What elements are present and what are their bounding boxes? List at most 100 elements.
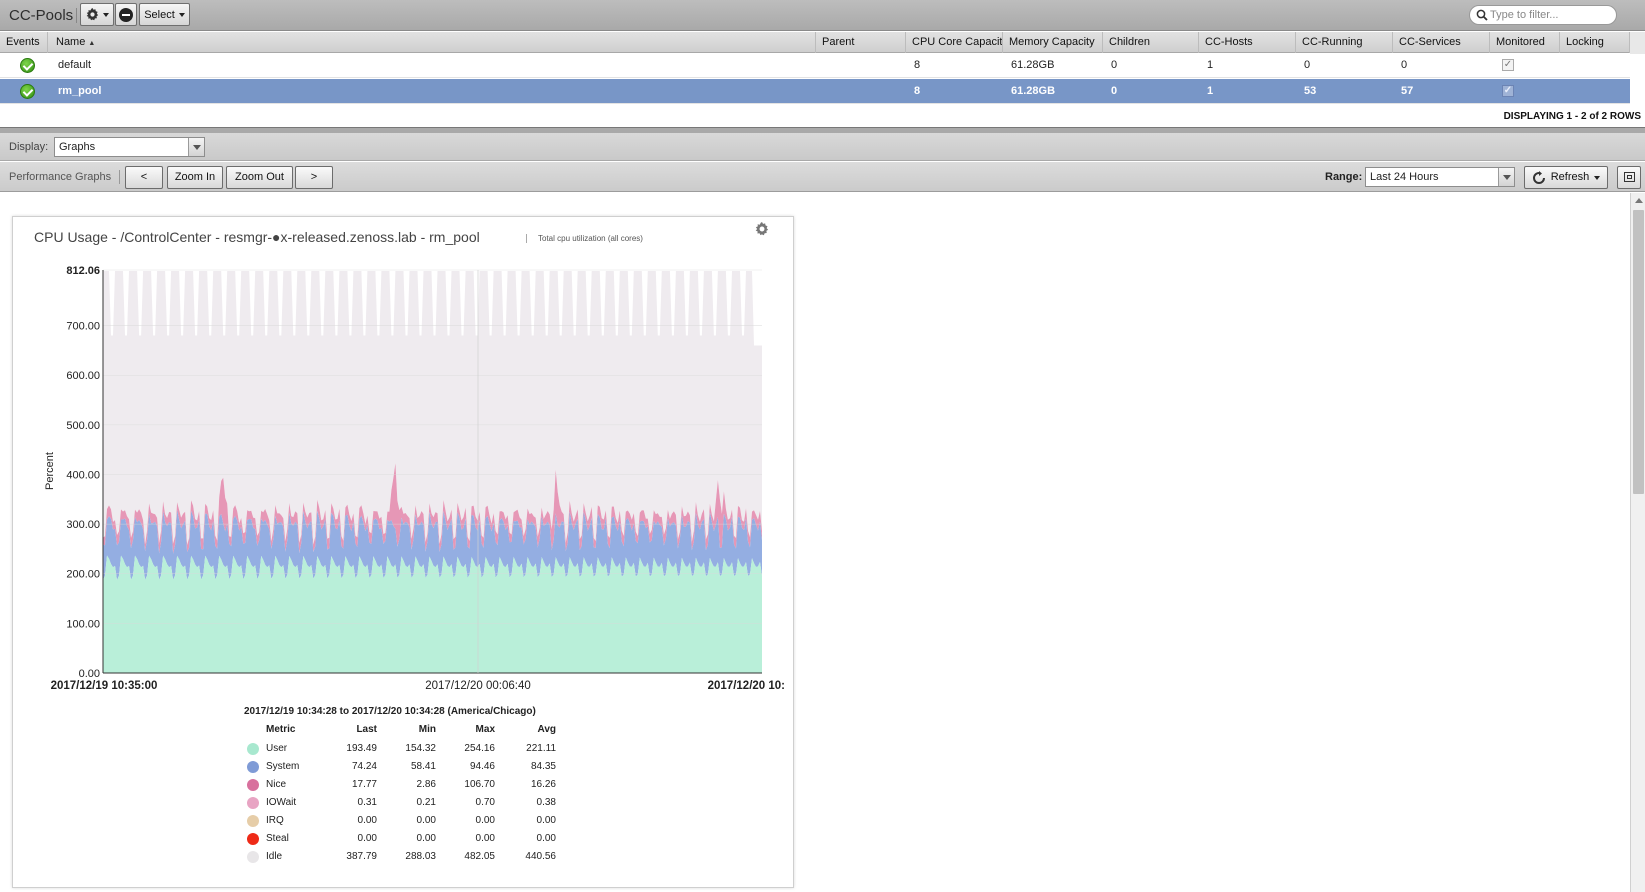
chevron-down-icon (188, 138, 204, 156)
legend-metric-name: IRQ (266, 815, 284, 826)
legend-row-system: System 74.24 58.41 94.46 84.35 (244, 759, 574, 777)
minus-circle-icon (119, 7, 133, 22)
popout-button[interactable] (1617, 166, 1641, 189)
gear-menu-button[interactable] (80, 3, 114, 26)
sort-ascending-icon: ▲ (88, 40, 96, 47)
cell-hosts: 1 (1207, 59, 1214, 71)
legend-swatch (247, 779, 259, 791)
scrollbar-thumb[interactable] (1633, 210, 1644, 494)
legend-max: 0.00 (475, 833, 495, 844)
legend-last: 0.00 (357, 815, 377, 826)
legend-row-iowait: IOWait 0.31 0.21 0.70 0.38 (244, 795, 574, 813)
chevron-down-icon (102, 12, 109, 17)
cell-services: 57 (1401, 85, 1414, 97)
grid-scrollbar[interactable] (1630, 32, 1645, 54)
toolbar-separator (76, 8, 77, 23)
zoom-out-button[interactable]: Zoom Out (226, 166, 293, 189)
legend-min: 154.32 (405, 743, 436, 754)
legend-min: 0.00 (416, 815, 436, 826)
legend-max: 254.16 (464, 743, 495, 754)
search-icon (1476, 9, 1488, 21)
cell-name: default (58, 59, 92, 71)
delete-button[interactable] (115, 3, 137, 26)
legend-header-last: Last (356, 724, 377, 735)
legend-swatch (247, 815, 259, 827)
refresh-button-label: Refresh (1550, 171, 1590, 183)
gear-icon (86, 8, 98, 21)
graph-settings-gear-icon[interactable] (755, 222, 769, 236)
column-header-cc-running[interactable]: CC-Running (1296, 32, 1393, 53)
column-header-cc-hosts[interactable]: CC-Hosts (1199, 32, 1296, 53)
legend-avg: 0.00 (536, 833, 556, 844)
cell-memory: 61.28GB (1011, 59, 1055, 71)
legend-max: 94.46 (469, 761, 495, 772)
range-select-value: Last 24 Hours (1370, 171, 1439, 183)
legend-avg: 440.56 (525, 851, 556, 862)
cell-memory: 61.28GB (1011, 85, 1056, 97)
column-header-name[interactable]: Name ▲ (50, 32, 816, 53)
range-label: Range: (1325, 171, 1363, 183)
legend-header-max: Max (475, 724, 495, 735)
legend-min: 288.03 (405, 851, 436, 862)
legend-last: 17.77 (351, 779, 377, 790)
monitored-checkbox[interactable]: ✓ (1502, 85, 1514, 97)
legend-row-idle: Idle 387.79 288.03 482.05 440.56 (244, 849, 574, 867)
column-header-parent[interactable]: Parent (816, 32, 906, 53)
monitored-checkbox[interactable]: ✓ (1502, 59, 1514, 71)
range-select[interactable]: Last 24 Hours (1365, 167, 1515, 187)
chevron-down-icon (1498, 168, 1514, 186)
legend-min: 0.00 (416, 833, 436, 844)
legend-swatch (247, 743, 259, 755)
status-ok-icon (20, 58, 35, 73)
legend-time-range: 2017/12/19 10:34:28 to 2017/12/20 10:34:… (244, 706, 536, 717)
top-toolbar: CC-Pools Select (0, 0, 1645, 31)
column-header-monitored[interactable]: Monitored (1490, 32, 1560, 53)
cell-hosts: 1 (1207, 85, 1214, 97)
refresh-button[interactable]: Refresh (1524, 166, 1608, 189)
legend-last: 193.49 (346, 743, 377, 754)
cell-parent (818, 53, 824, 78)
cell-children: 0 (1111, 85, 1118, 97)
column-header-cc-services[interactable]: CC-Services (1393, 32, 1490, 53)
legend-last: 0.31 (357, 797, 377, 808)
chevron-down-icon (1594, 175, 1601, 180)
legend-row-user: User 193.49 154.32 254.16 221.11 (244, 741, 574, 759)
legend-metric-name: User (266, 743, 288, 754)
legend-metric-name: Idle (266, 851, 283, 862)
cell-running: 0 (1304, 59, 1311, 71)
previous-button[interactable]: < (125, 166, 163, 189)
column-header-locking[interactable]: Locking (1560, 32, 1630, 53)
legend-header-min: Min (418, 724, 436, 735)
column-header-cpu-core-capacity[interactable]: CPU Core Capacity (906, 32, 1003, 53)
performance-graphs-toolbar: Performance Graphs < Zoom In Zoom Out > … (0, 162, 1645, 192)
select-menu-button[interactable]: Select (139, 3, 190, 26)
legend-metric-name: Nice (266, 779, 287, 790)
scroll-up-icon[interactable] (1635, 198, 1643, 203)
cell-name: rm_pool (58, 85, 102, 97)
table-row[interactable]: rm_pool 8 61.28GB 0 1 53 57 ✓ (0, 79, 1630, 104)
next-button[interactable]: > (295, 166, 333, 189)
page-title: CC-Pools (9, 7, 74, 24)
search-input[interactable] (1490, 8, 1610, 22)
display-select-value: Graphs (59, 141, 96, 153)
cell-children: 0 (1111, 59, 1118, 71)
display-bar: Display: Graphs (0, 133, 1645, 161)
column-header-children[interactable]: Children (1103, 32, 1199, 53)
legend-max: 0.70 (475, 797, 495, 808)
legend-last: 387.79 (346, 851, 377, 862)
grid-header: Events Name ▲ Parent CPU Core Capacity M… (0, 32, 1645, 53)
column-header-events[interactable]: Events (0, 32, 48, 53)
legend-avg: 221.11 (526, 743, 556, 754)
legend-swatch (247, 797, 259, 809)
table-row[interactable]: default 8 61.28GB 0 1 0 0 ✓ (0, 53, 1630, 78)
paging-status: DISPLAYING 1 - 2 of 2 ROWS (1503, 111, 1641, 122)
cell-cpu: 8 (914, 59, 921, 71)
column-header-memory-capacity[interactable]: Memory Capacity (1003, 32, 1103, 53)
app-window: CC-Pools Select Events Name ▲ Parent CPU… (0, 0, 1645, 892)
legend-avg: 16.26 (530, 779, 556, 790)
display-select[interactable]: Graphs (54, 137, 205, 157)
content-scrollbar[interactable] (1630, 193, 1645, 892)
legend-max: 482.05 (464, 851, 495, 862)
zoom-in-button[interactable]: Zoom In (167, 166, 223, 189)
legend-min: 58.41 (410, 761, 436, 772)
